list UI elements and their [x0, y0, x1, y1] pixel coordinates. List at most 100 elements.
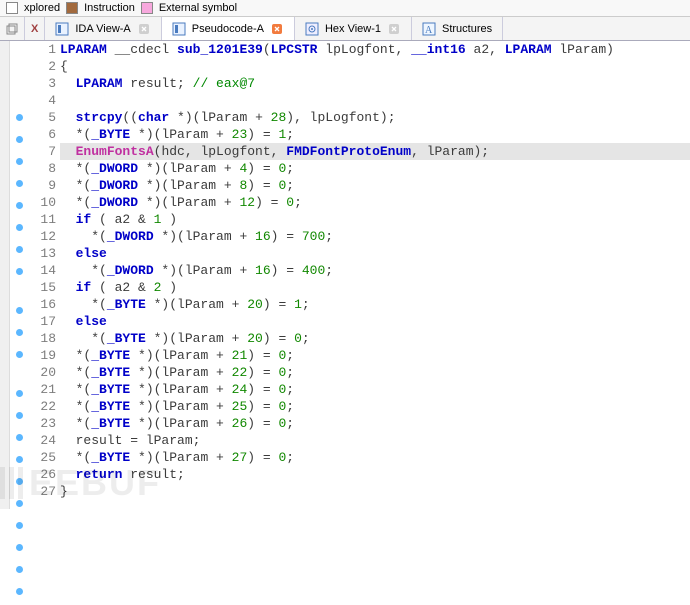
- line-number: 9: [28, 177, 56, 194]
- code-line[interactable]: [60, 92, 690, 109]
- code-line[interactable]: *(_BYTE *)(lParam + 22) = 0;: [60, 364, 690, 381]
- line-number: 23: [28, 415, 56, 432]
- code-line[interactable]: if ( a2 & 2 ): [60, 279, 690, 296]
- legend-bar: xplored Instruction External symbol: [0, 0, 690, 17]
- code-line[interactable]: *(_BYTE *)(lParam + 21) = 0;: [60, 347, 690, 364]
- code-line[interactable]: LPARAM __cdecl sub_1201E39(LPCSTR lpLogf…: [60, 41, 690, 58]
- breakpoint-dot[interactable]: [16, 136, 23, 143]
- code-line[interactable]: *(_DWORD *)(lParam + 12) = 0;: [60, 194, 690, 211]
- folding-gutter: [0, 41, 10, 509]
- tab-pseudocode[interactable]: Pseudocode-A: [162, 17, 295, 40]
- line-number: 16: [28, 296, 56, 313]
- legend-label: External symbol: [159, 2, 237, 14]
- code-line[interactable]: EnumFontsA(hdc, lpLogfont, FMDFontProtoE…: [60, 143, 690, 160]
- line-number: 10: [28, 194, 56, 211]
- line-number: 12: [28, 228, 56, 245]
- code-line[interactable]: *(_BYTE *)(lParam + 20) = 1;: [60, 296, 690, 313]
- line-number: 6: [28, 126, 56, 143]
- breakpoint-dot[interactable]: [16, 329, 23, 336]
- code-line[interactable]: LPARAM result; // eax@7: [60, 75, 690, 92]
- legend-swatch: [141, 2, 153, 14]
- line-number: 18: [28, 330, 56, 347]
- breakpoint-dot[interactable]: [16, 566, 23, 573]
- code-line[interactable]: *(_BYTE *)(lParam + 23) = 1;: [60, 126, 690, 143]
- line-number: 24: [28, 432, 56, 449]
- line-number: 19: [28, 347, 56, 364]
- code-line[interactable]: result = lParam;: [60, 432, 690, 449]
- tab-structures[interactable]: A Structures: [412, 17, 503, 40]
- line-number: 14: [28, 262, 56, 279]
- tab-label: Structures: [442, 23, 492, 35]
- breakpoint-dot[interactable]: [16, 544, 23, 551]
- code-line[interactable]: {: [60, 58, 690, 75]
- legend-swatch: [66, 2, 78, 14]
- breakpoint-dot[interactable]: [16, 390, 23, 397]
- breakpoint-dot[interactable]: [16, 180, 23, 187]
- blue-icon: [55, 22, 69, 36]
- target-icon: [305, 22, 319, 36]
- watermark: EEBUF: [0, 462, 161, 504]
- line-number: 21: [28, 381, 56, 398]
- line-number: 4: [28, 92, 56, 109]
- restore-pane-button[interactable]: [0, 17, 25, 40]
- tab-row: X IDA View-A Pseudocode-A Hex View-1 A Struc…: [0, 17, 690, 41]
- breakpoint-dot[interactable]: [16, 588, 23, 595]
- breakpoint-dot[interactable]: [16, 351, 23, 358]
- restore-icon: [6, 23, 18, 35]
- code-line[interactable]: *(_DWORD *)(lParam + 16) = 400;: [60, 262, 690, 279]
- line-number: 5: [28, 109, 56, 126]
- breakpoint-dot[interactable]: [16, 246, 23, 253]
- svg-text:A: A: [425, 25, 433, 36]
- breakpoint-dot[interactable]: [16, 202, 23, 209]
- tab-close-button[interactable]: [387, 22, 401, 36]
- code-line[interactable]: *(_BYTE *)(lParam + 24) = 0;: [60, 381, 690, 398]
- legend-label: Instruction: [84, 2, 135, 14]
- breakpoint-dot[interactable]: [16, 114, 23, 121]
- line-number: 7: [28, 143, 56, 160]
- legend-swatch: [6, 2, 18, 14]
- tab-label: Pseudocode-A: [192, 23, 264, 35]
- code-view[interactable]: LPARAM __cdecl sub_1201E39(LPCSTR lpLogf…: [60, 41, 690, 509]
- tab-close-button[interactable]: [137, 22, 151, 36]
- code-area: 1234567891011121314151617181920212223242…: [0, 41, 690, 509]
- breakpoint-dot[interactable]: [16, 224, 23, 231]
- line-number-gutter: 1234567891011121314151617181920212223242…: [28, 41, 60, 509]
- tab-hex-view[interactable]: Hex View-1: [295, 17, 412, 40]
- line-number: 13: [28, 245, 56, 262]
- breakpoint-dot[interactable]: [16, 522, 23, 529]
- tab-label: IDA View-A: [75, 23, 130, 35]
- code-line[interactable]: *(_DWORD *)(lParam + 16) = 700;: [60, 228, 690, 245]
- breakpoint-dot[interactable]: [16, 434, 23, 441]
- code-line[interactable]: else: [60, 313, 690, 330]
- line-number: 22: [28, 398, 56, 415]
- tab-ida-view[interactable]: IDA View-A: [45, 17, 161, 40]
- line-number: 11: [28, 211, 56, 228]
- line-number: 3: [28, 75, 56, 92]
- breakpoint-dot[interactable]: [16, 158, 23, 165]
- struct-icon: A: [422, 22, 436, 36]
- code-line[interactable]: *(_BYTE *)(lParam + 20) = 0;: [60, 330, 690, 347]
- code-line[interactable]: if ( a2 & 1 ): [60, 211, 690, 228]
- line-number: 20: [28, 364, 56, 381]
- code-line[interactable]: *(_DWORD *)(lParam + 4) = 0;: [60, 160, 690, 177]
- code-line[interactable]: else: [60, 245, 690, 262]
- blue-icon: [172, 22, 186, 36]
- breakpoint-dot[interactable]: [16, 412, 23, 419]
- code-line[interactable]: *(_BYTE *)(lParam + 25) = 0;: [60, 398, 690, 415]
- close-pane-button[interactable]: X: [25, 17, 45, 40]
- line-number: 17: [28, 313, 56, 330]
- line-number: 8: [28, 160, 56, 177]
- code-line[interactable]: *(_BYTE *)(lParam + 26) = 0;: [60, 415, 690, 432]
- line-number: 1: [28, 41, 56, 58]
- close-icon: X: [31, 23, 38, 35]
- code-line[interactable]: strcpy((char *)(lParam + 28), lpLogfont)…: [60, 109, 690, 126]
- tab-close-button[interactable]: [270, 22, 284, 36]
- breakpoint-dot[interactable]: [16, 307, 23, 314]
- line-number: 15: [28, 279, 56, 296]
- breakpoint-dot[interactable]: [16, 268, 23, 275]
- line-number: 2: [28, 58, 56, 75]
- legend-label: xplored: [24, 2, 60, 14]
- breakpoint-gutter[interactable]: [10, 41, 28, 509]
- tab-label: Hex View-1: [325, 23, 381, 35]
- code-line[interactable]: *(_DWORD *)(lParam + 8) = 0;: [60, 177, 690, 194]
